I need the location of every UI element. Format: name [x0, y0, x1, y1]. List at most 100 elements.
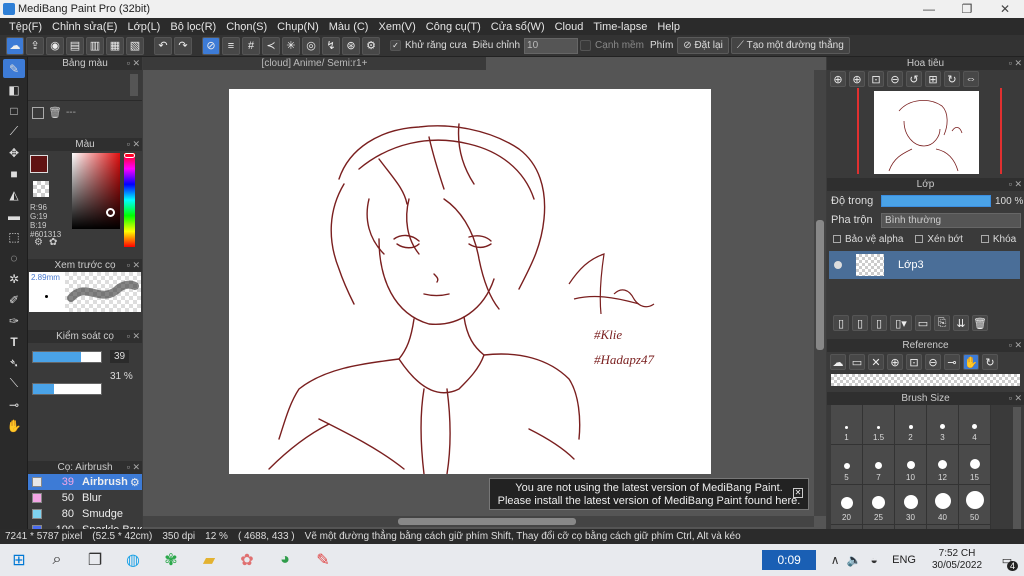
snap-circle-icon[interactable]: ◎ [302, 36, 320, 55]
brush-size-cell[interactable]: 7 [863, 445, 895, 485]
divide-tool-icon[interactable]: ⟍ [3, 374, 25, 393]
panel-close-icon[interactable]: ▫ ✕ [127, 138, 140, 151]
menu-window[interactable]: Cửa sổ(W) [486, 21, 550, 33]
volume-icon[interactable]: 🔈 [844, 544, 864, 576]
settings-icon[interactable]: ⚙ [362, 36, 380, 55]
brush-size-cell[interactable]: 10 [895, 445, 927, 485]
menu-file[interactable]: Tệp(F) [4, 21, 47, 33]
zoom-in-alt-icon[interactable]: ⊕ [849, 71, 865, 87]
select-pen-tool-icon[interactable]: ✐ [3, 290, 25, 309]
brush-item-blur[interactable]: 50 Blur [28, 490, 142, 506]
language-indicator[interactable]: ENG [892, 554, 916, 566]
new-layer-icon[interactable]: ▯ [833, 315, 849, 331]
search-icon[interactable]: ⌕ [38, 544, 76, 576]
reference-cloud-icon[interactable]: ☁ [830, 354, 846, 370]
notice-close-icon[interactable]: ✕ [793, 488, 803, 498]
fit-icon[interactable]: ⊡ [868, 71, 884, 87]
reference-fit-icon[interactable]: ⊡ [906, 354, 922, 370]
lasso-tool-icon[interactable]: ◌ [3, 248, 25, 267]
reset-button[interactable]: ⊘ Đặt lại [677, 37, 729, 54]
snap-radial-icon[interactable]: ✳ [282, 36, 300, 55]
snap-curve-icon[interactable]: ↯ [322, 36, 340, 55]
brush-opacity-slider[interactable] [32, 383, 102, 395]
panel-close-icon[interactable]: ▫ ✕ [127, 259, 140, 272]
layer-menu-icon[interactable]: ▯▾ [890, 315, 912, 331]
magic-wand-tool-icon[interactable]: ✲ [3, 269, 25, 288]
menu-filter[interactable]: Bộ lọc(R) [165, 21, 221, 33]
brush-settings-icon[interactable]: ⚙ [130, 476, 140, 489]
menu-tools[interactable]: Công cụ(T) [421, 21, 486, 33]
brush-size-cell[interactable]: 3 [927, 405, 959, 445]
select-tool-icon[interactable]: ⬚ [3, 227, 25, 246]
brush-item-airbrush[interactable]: 39 Airbrush ⚙ [28, 474, 142, 490]
reference-close-icon[interactable]: ✕ [868, 354, 884, 370]
eyedropper-tool-icon[interactable]: ⊸ [3, 395, 25, 414]
flip-icon[interactable]: ⇔ [963, 71, 979, 87]
menu-edit[interactable]: Chỉnh sửa(E) [47, 21, 122, 33]
merge-layer-icon[interactable]: ⇊ [953, 315, 969, 331]
medibang-taskbar-icon[interactable]: ✎ [304, 544, 342, 576]
redo-icon[interactable]: ↷ [174, 36, 192, 55]
panel-close-icon[interactable]: ▫ ✕ [1009, 178, 1022, 191]
maximize-button[interactable]: ❐ [948, 0, 986, 18]
menu-cloud[interactable]: Cloud [550, 21, 589, 33]
notification-button[interactable]: ▭ 4 [990, 544, 1024, 576]
comment-icon[interactable]: ◉ [46, 36, 64, 55]
rotate-right-icon[interactable]: ↻ [944, 71, 960, 87]
network-icon[interactable]: ◒ [864, 544, 884, 576]
snap-off-icon[interactable]: ⊘ [202, 36, 220, 55]
brush-size-cell[interactable]: 1 [831, 405, 863, 445]
drawing-canvas[interactable]: #Klie #Hadapz47 [229, 89, 711, 475]
zoom-in-icon[interactable]: ⊕ [830, 71, 846, 87]
navigator-view[interactable] [827, 88, 1024, 174]
blend-select[interactable]: Bình thường [881, 212, 1021, 228]
panel-close-icon[interactable]: ▫ ✕ [127, 461, 140, 474]
duplicate-layer-icon[interactable]: ⎘ [934, 315, 950, 331]
reference-view[interactable] [831, 374, 1020, 386]
app-pink-icon[interactable]: ✿ [228, 544, 266, 576]
select-eraser-tool-icon[interactable]: ✑ [3, 311, 25, 330]
grid-icon[interactable]: ▦ [106, 36, 124, 55]
gradient-tool-icon[interactable]: ▬ [3, 206, 25, 225]
layer-folder-icon[interactable]: ▭ [915, 315, 931, 331]
edge-icon[interactable]: ◍ [114, 544, 152, 576]
layer-visibility-icon[interactable] [834, 261, 842, 269]
close-button[interactable]: ✕ [986, 0, 1024, 18]
menu-help[interactable]: Help [652, 21, 685, 33]
cloud-sync-icon[interactable]: ☁ [6, 36, 24, 55]
menu-layer[interactable]: Lớp(L) [122, 21, 165, 33]
panel-close-icon[interactable]: ▫ ✕ [127, 330, 140, 343]
brush-size-cell[interactable]: 4 [959, 405, 991, 445]
fill-rect-tool-icon[interactable]: ■ [3, 164, 25, 183]
lock-checkbox[interactable] [980, 235, 989, 243]
palette-scrollbar[interactable] [130, 74, 138, 96]
operation-tool-icon[interactable]: ➴ [3, 353, 25, 372]
undo-icon[interactable]: ↶ [154, 36, 172, 55]
edge-checkbox[interactable] [580, 40, 592, 51]
vertical-scroll-thumb[interactable] [816, 220, 824, 350]
start-icon[interactable]: ⊞ [0, 544, 38, 576]
line-button[interactable]: ⟋ Tạo một đường thẳng [730, 37, 850, 54]
horizontal-scroll-thumb[interactable] [398, 518, 576, 525]
panel-icon[interactable]: ▧ [126, 36, 144, 55]
update-notice[interactable]: You are not using the latest version of … [489, 478, 809, 510]
menu-timelapse[interactable]: Time-lapse [588, 21, 652, 33]
eraser-tool-icon[interactable]: ◧ [3, 80, 25, 99]
zoom-out-icon[interactable]: ⊖ [887, 71, 903, 87]
brush-size-cell[interactable]: 1.5 [863, 405, 895, 445]
reference-rotate-icon[interactable]: ↻ [982, 354, 998, 370]
menu-snap[interactable]: Chụp(N) [272, 21, 324, 33]
hue-handle[interactable] [124, 153, 135, 158]
bucket-tool-icon[interactable]: ◭ [3, 185, 25, 204]
snap-vanish-icon[interactable]: ≺ [262, 36, 280, 55]
color-set-icon[interactable]: ⚙ [34, 237, 43, 248]
layer-opacity-slider[interactable] [881, 195, 991, 207]
canvas-tab[interactable]: [cloud] Anime/ Semi:r1+ [143, 57, 486, 70]
adjust-input[interactable]: 10 [524, 37, 579, 54]
menu-color[interactable]: Màu (C) [324, 21, 374, 33]
dot-tool-icon[interactable]: ⟋ [3, 122, 25, 141]
snap-cross-icon[interactable]: # [242, 36, 260, 55]
document-icon[interactable]: ▥ [86, 36, 104, 55]
panel-close-icon[interactable]: ▫ ✕ [1009, 392, 1022, 405]
brush-size-cell[interactable]: 15 [959, 445, 991, 485]
